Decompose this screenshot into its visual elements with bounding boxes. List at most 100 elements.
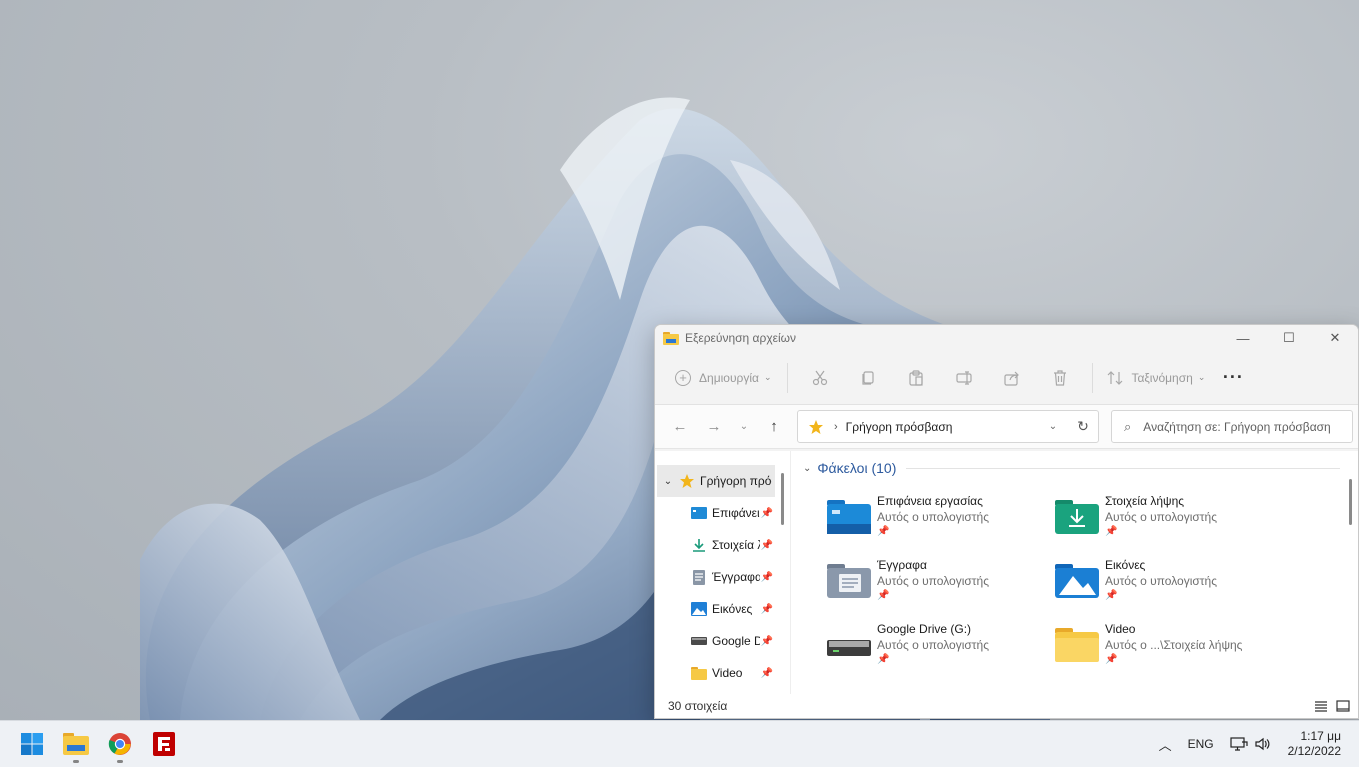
folder-name: Επιφάνεια εργασίας [877,494,983,508]
address-bar[interactable]: › Γρήγορη πρόσβαση ⌄ ↻ [797,410,1099,443]
command-bar: + Δημιουργία ⌄ Ταξινόμηση ⌄ ··· [655,351,1358,405]
download-icon [691,537,707,553]
nav-item-video[interactable]: Video 📌 [655,657,790,689]
nav-item-label: Γρήγορη πρόσβαση [700,474,772,488]
arrow-up-icon: ↑ [770,418,778,435]
folder-location: Αυτός ο υπολογιστής [877,574,989,588]
folder-tile-documents[interactable]: Έγγραφα Αυτός ο υπολογιστής 📌 [827,555,1055,619]
running-indicator [73,760,79,763]
nav-item-desktop[interactable]: Επιφάνεια εργασίας 📌 [655,497,790,529]
pictures-icon [691,601,707,617]
folder-icon [691,665,707,681]
nav-item-label: Στοιχεία λήψης [712,538,760,552]
folder-tile-pictures[interactable]: Εικόνες Αυτός ο υπολογιστής 📌 [1055,555,1283,619]
navigation-pane[interactable]: ⌄ Γρήγορη πρόσβαση Επιφάνεια εργασίας 📌 … [655,451,790,694]
chrome-icon [108,733,131,755]
folder-tile-google-drive[interactable]: Google Drive (G:) Αυτός ο υπολογιστής 📌 [827,619,1055,683]
folder-icon [1055,628,1099,664]
show-hidden-icons-button[interactable]: ︿ [1151,735,1180,754]
copy-button[interactable] [844,363,892,393]
nav-item-label: Εικόνες [712,602,753,616]
paste-icon [909,369,924,386]
sort-icon [1108,370,1123,385]
delete-button[interactable] [1036,363,1084,393]
taskbar-file-explorer[interactable] [54,722,98,766]
chevron-down-icon: ⌄ [739,421,749,432]
maximize-button[interactable]: ☐ [1266,325,1312,351]
minimize-button[interactable]: — [1220,325,1266,351]
sort-button[interactable]: Ταξινόμηση ⌄ [1101,363,1211,393]
status-bar: 30 στοιχεία [655,694,1358,718]
more-options-button[interactable]: ··· [1211,363,1255,393]
nav-item-documents[interactable]: Έγγραφα 📌 [655,561,790,593]
file-explorer-icon [663,331,679,345]
divider [787,362,789,393]
folder-view-scrollbar[interactable] [1349,479,1352,525]
folder-location: Αυτός ο υπολογιστής [1105,574,1217,588]
tiles-view-icon[interactable] [1336,700,1350,712]
divider [906,467,1340,469]
plus-icon: + [675,369,691,386]
filezilla-icon [153,732,175,756]
folder-tile-video[interactable]: Video Αυτός ο ...\Στοιχεία λήψης 📌 [1055,619,1283,683]
new-button[interactable]: + Δημιουργία ⌄ [667,363,779,393]
nav-item-label: Video [712,666,743,680]
folder-name: Έγγραφα [877,558,927,572]
star-icon [809,419,823,434]
search-input[interactable]: ⌕ Αναζήτηση σε: Γρήγορη πρόσβαση [1111,410,1353,443]
drive-icon [827,628,871,664]
start-button[interactable] [10,722,54,766]
breadcrumb[interactable]: Γρήγορη πρόσβαση [846,420,953,434]
system-tray: ︿ ENG 1:17 μμ 2/12/2022 [1151,721,1359,767]
nav-item-downloads[interactable]: Στοιχεία λήψης 📌 [655,529,790,561]
cut-button[interactable] [796,363,844,393]
paste-button[interactable] [892,363,940,393]
recent-locations-button[interactable]: ⌄ [731,412,757,442]
folder-tile-downloads[interactable]: Στοιχεία λήψης Αυτός ο υπολογιστής 📌 [1055,491,1283,555]
refresh-button[interactable]: ↻ [1068,418,1098,435]
start-icon [21,733,43,755]
chevron-down-icon: ⌄ [663,475,673,487]
close-button[interactable]: ✕ [1312,325,1358,351]
arrow-right-icon: → [706,418,722,435]
search-placeholder: Αναζήτηση σε: Γρήγορη πρόσβαση [1143,419,1331,434]
clock[interactable]: 1:17 μμ 2/12/2022 [1278,729,1359,759]
rename-button[interactable] [940,363,988,393]
folders-group-header[interactable]: ⌄ Φάκελοι (10) [803,451,1340,485]
chevron-up-icon: ︿ [1158,737,1172,753]
details-view-icon[interactable] [1314,700,1328,712]
forward-button[interactable]: → [697,412,731,442]
up-button[interactable]: ↑ [757,412,791,442]
chevron-down-icon: ⌄ [803,462,812,474]
nav-item-quick-access[interactable]: ⌄ Γρήγορη πρόσβαση [657,465,775,497]
nav-item-google-drive[interactable]: Google Drive (G:) 📌 [655,625,790,657]
share-button[interactable] [988,363,1036,393]
search-icon: ⌕ [1124,418,1132,434]
chevron-down-icon: ⌄ [763,372,772,382]
folder-tile-desktop[interactable]: Επιφάνεια εργασίας Αυτός ο υπολογιστής 📌 [827,491,1055,555]
network-volume-button[interactable] [1222,736,1278,752]
navigation-pane-scrollbar[interactable] [781,473,784,525]
pin-icon: 📌 [877,654,890,665]
nav-item-label: Google Drive (G:) [712,634,760,648]
pictures-folder-icon [1055,564,1099,600]
taskbar-filezilla[interactable] [142,722,186,766]
delete-icon [1054,369,1067,386]
arrow-left-icon: ← [672,418,688,435]
nav-item-pictures[interactable]: Εικόνες 📌 [655,593,790,625]
pin-icon: 📌 [760,603,773,615]
documents-folder-icon [827,564,871,600]
file-explorer-window[interactable]: Εξερεύνηση αρχείων — ☐ ✕ + Δημιουργία ⌄ [654,324,1359,719]
copy-icon [862,370,875,385]
documents-icon [691,569,707,585]
input-language-button[interactable]: ENG [1180,737,1222,751]
back-button[interactable]: ← [663,412,697,442]
taskbar-chrome[interactable] [98,722,142,766]
group-title: Φάκελοι (10) [817,460,897,476]
folder-view[interactable]: ⌄ Φάκελοι (10) Επιφάνεια εργασίας Αυτός … [790,451,1358,694]
folder-name: Google Drive (G:) [877,622,972,636]
share-icon [1004,371,1020,386]
address-dropdown-button[interactable]: ⌄ [1038,421,1068,432]
pin-icon: 📌 [1105,526,1118,537]
title-bar[interactable]: Εξερεύνηση αρχείων — ☐ ✕ [655,325,1358,351]
